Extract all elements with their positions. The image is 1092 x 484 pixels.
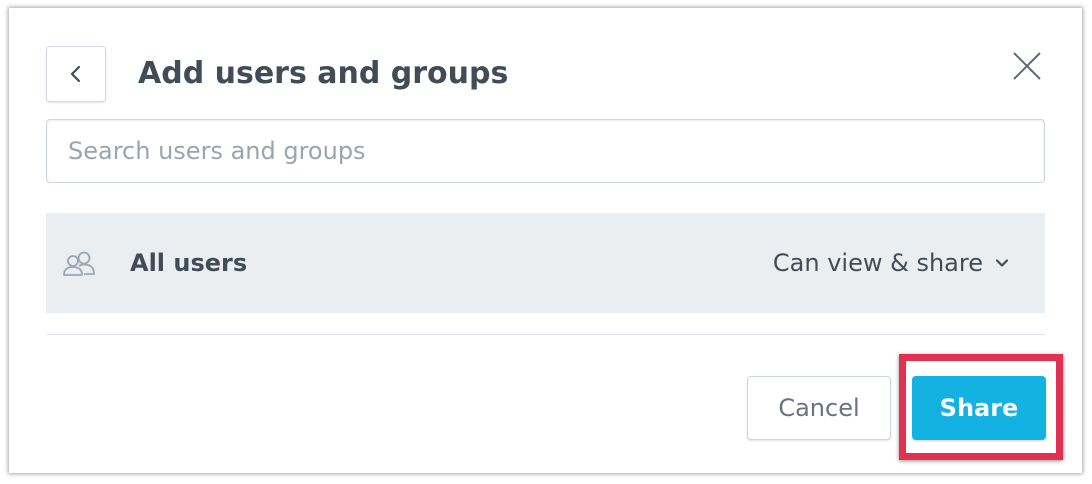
search-input[interactable] — [46, 119, 1045, 183]
list-item-all-users: All users Can view & share — [46, 213, 1045, 313]
permission-label: Can view & share — [772, 249, 983, 277]
cancel-button[interactable]: Cancel — [747, 376, 891, 440]
chevron-down-icon — [995, 259, 1009, 267]
close-button[interactable] — [1009, 48, 1045, 84]
chevron-left-icon — [70, 65, 81, 83]
share-button[interactable]: Share — [912, 376, 1046, 440]
users-icon — [63, 251, 95, 276]
close-icon — [1013, 52, 1041, 80]
back-button[interactable] — [46, 46, 106, 102]
share-dialog: Add users and groups All users Can view … — [9, 8, 1082, 473]
user-name: All users — [130, 249, 248, 277]
divider — [46, 334, 1045, 335]
permission-dropdown[interactable]: Can view & share — [773, 248, 1009, 278]
dialog-title: Add users and groups — [138, 56, 509, 91]
